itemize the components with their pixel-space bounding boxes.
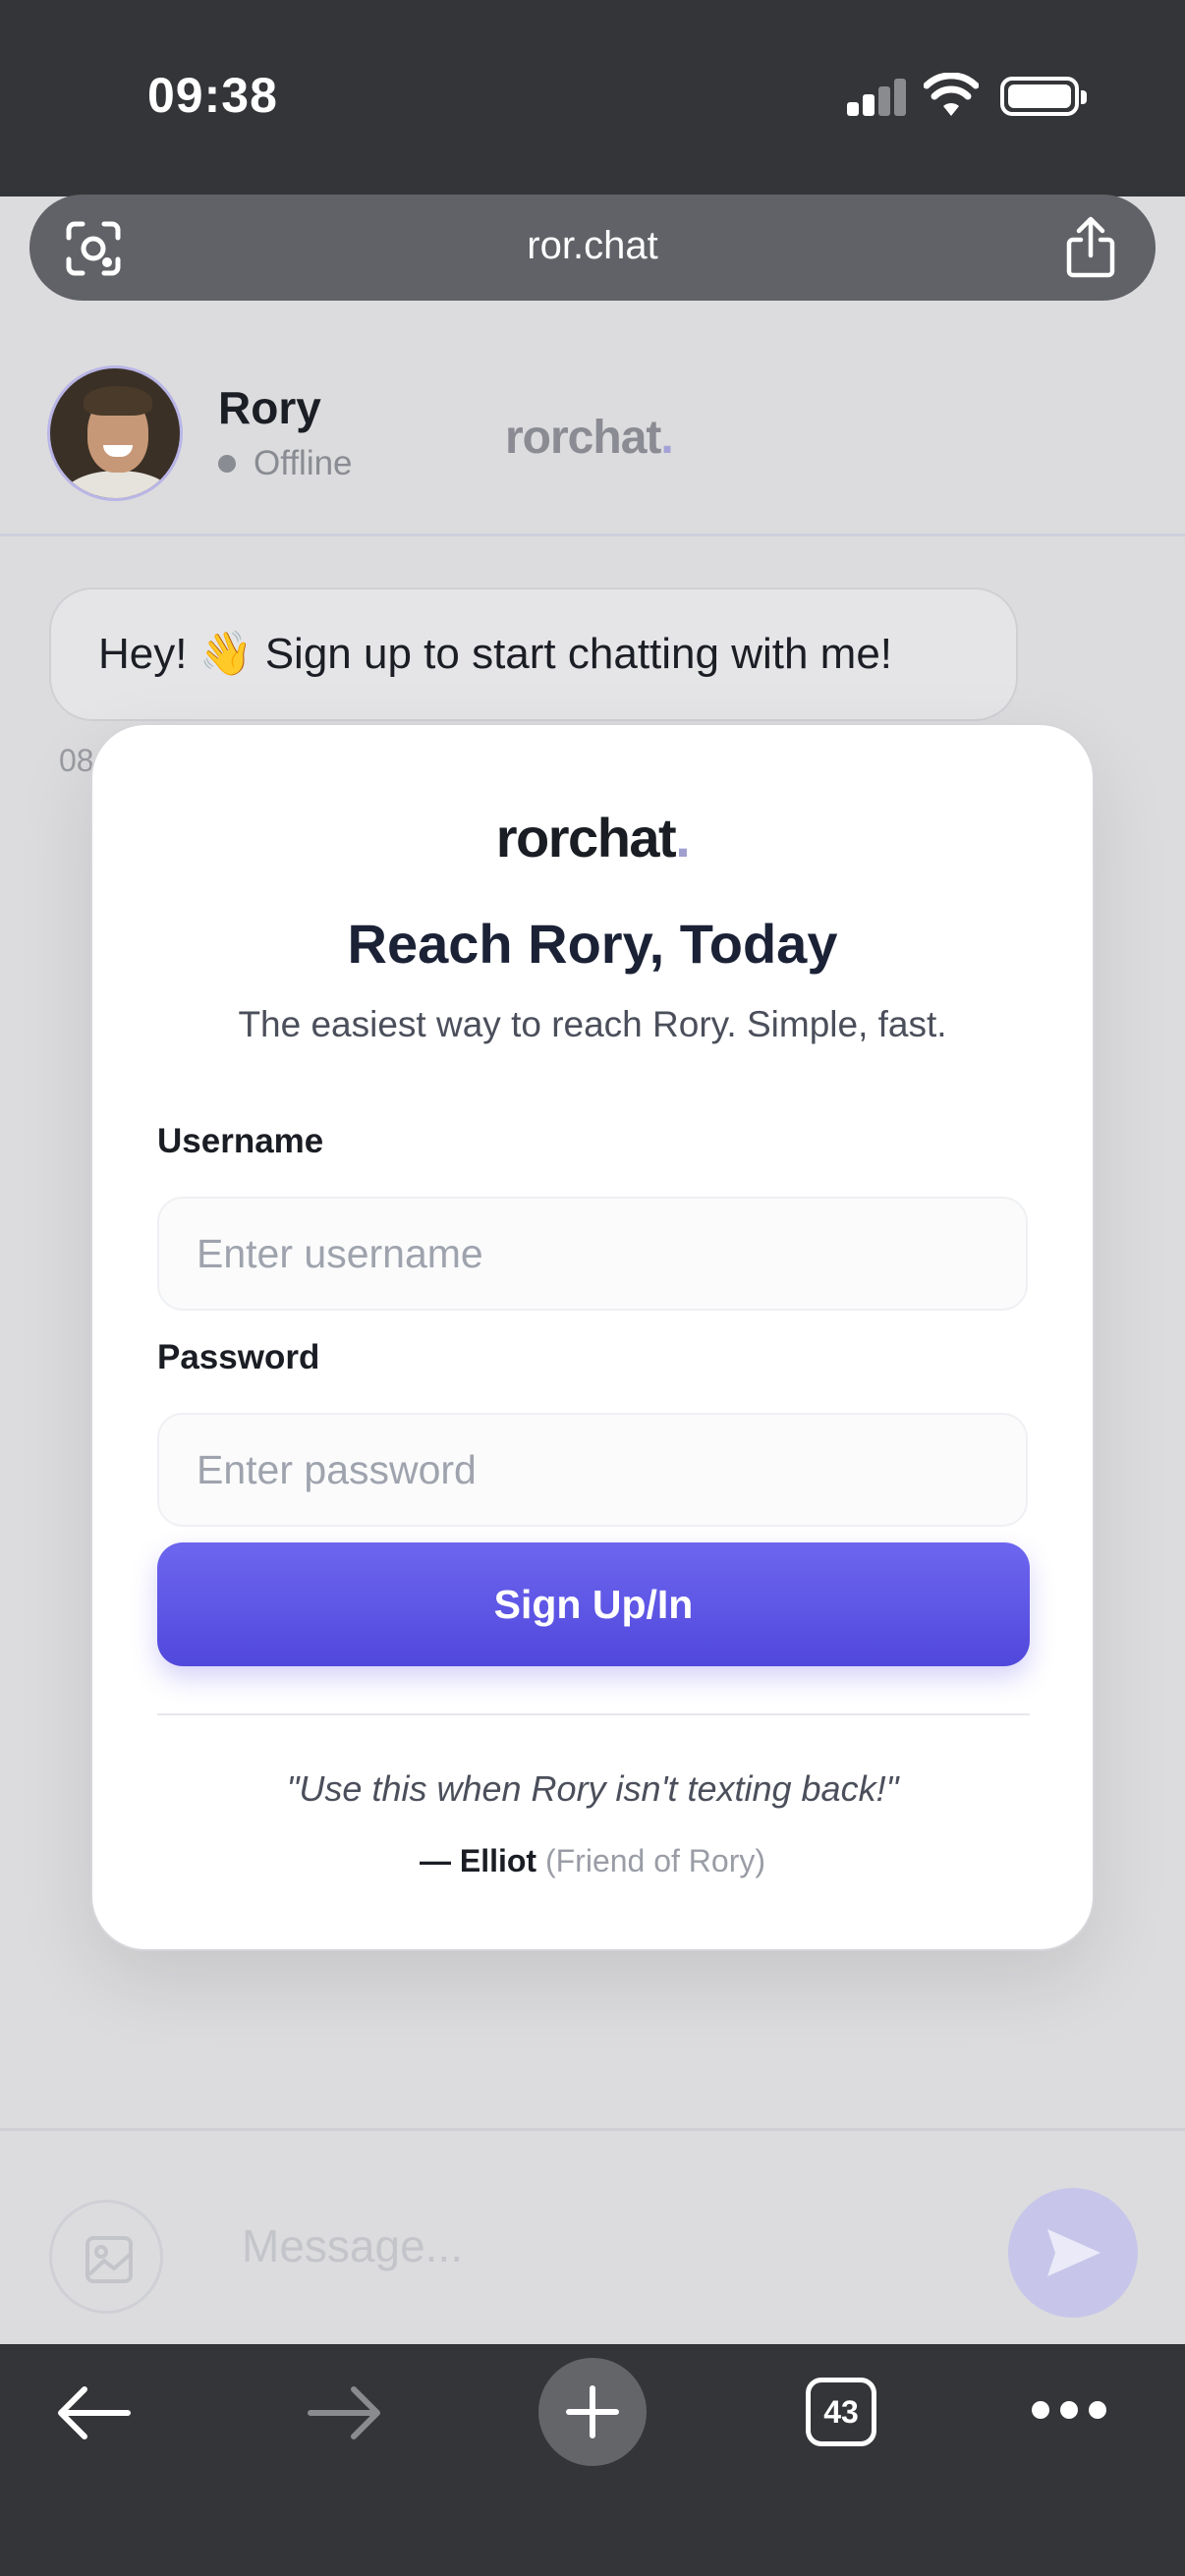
- battery-icon: [1000, 77, 1087, 116]
- signup-modal: rorchat. Reach Rory, Today The easiest w…: [90, 723, 1095, 1951]
- status-dot-icon: [218, 455, 236, 473]
- header-logo-text: rorchat: [505, 412, 661, 464]
- more-icon[interactable]: [1032, 2401, 1106, 2421]
- modal-title: Reach Rory, Today: [347, 913, 838, 975]
- tabs-count-button[interactable]: 43: [806, 2378, 876, 2446]
- testimonial-quote: "Use this when Rory isn't texting back!": [286, 1768, 899, 1809]
- modal-logo-dot: .: [675, 807, 691, 868]
- url-text[interactable]: ror.chat: [29, 224, 1156, 268]
- back-arrow-icon[interactable]: [57, 2385, 132, 2440]
- message-input[interactable]: Message...: [242, 2219, 463, 2272]
- header-logo-dot: .: [660, 412, 673, 464]
- username-label: Username: [157, 1122, 324, 1160]
- wifi-icon: [924, 73, 979, 116]
- chat-header: Rory Offline rorchat.: [0, 330, 1185, 536]
- testimonial-role: (Friend of Rory): [544, 1843, 766, 1878]
- url-bar[interactable]: ror.chat: [29, 195, 1156, 301]
- password-field[interactable]: Enter password: [157, 1413, 1028, 1527]
- modal-subtitle: The easiest way to reach Rory. Simple, f…: [238, 1004, 947, 1044]
- send-button[interactable]: [1008, 2188, 1138, 2318]
- modal-logo-text: rorchat: [495, 807, 677, 868]
- plus-icon: [566, 2385, 619, 2438]
- signup-button[interactable]: Sign Up/In: [157, 1542, 1030, 1666]
- message-composer: Message...: [0, 2128, 1185, 2344]
- message-time: 08: [59, 743, 94, 778]
- image-icon: [85, 2236, 133, 2283]
- avatar: [47, 365, 183, 501]
- testimonial-attribution: — Elliot (Friend of Rory): [92, 1843, 1093, 1879]
- cellular-signal-icon: [847, 79, 908, 116]
- divider: [157, 1713, 1030, 1715]
- browser-top-chrome: 09:38 ror.chat: [0, 0, 1185, 301]
- share-icon[interactable]: [1063, 216, 1118, 279]
- browser-bottom-toolbar: 43: [0, 2344, 1185, 2576]
- contact-status-label: Offline: [254, 444, 353, 482]
- message-bubble: Hey! 👋 Sign up to start chatting with me…: [49, 588, 1018, 721]
- send-icon: [1047, 2229, 1100, 2276]
- forward-arrow-icon[interactable]: [307, 2385, 381, 2440]
- attach-image-button[interactable]: [49, 2200, 163, 2314]
- status-time: 09:38: [147, 68, 278, 123]
- header-logo: rorchat.: [505, 411, 674, 465]
- modal-logo: rorchat.: [92, 806, 1093, 869]
- new-tab-button[interactable]: [538, 2358, 647, 2466]
- password-label: Password: [157, 1338, 320, 1376]
- username-field[interactable]: Enter username: [157, 1197, 1028, 1311]
- contact-name: Rory: [218, 382, 321, 433]
- contact-status: Offline: [218, 444, 353, 483]
- testimonial-author: — Elliot: [419, 1843, 537, 1878]
